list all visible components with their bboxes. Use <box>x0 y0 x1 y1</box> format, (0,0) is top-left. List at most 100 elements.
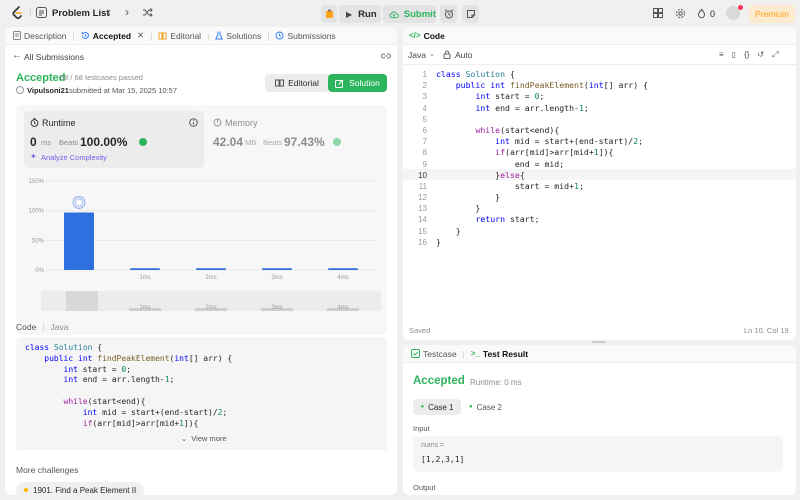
fire-icon <box>697 8 706 19</box>
x-tick-label: 2ms <box>205 275 216 281</box>
editor-toolbar: Java ⌄ Auto ≡ ▯ {} ↺ ⤢ <box>403 45 796 65</box>
code-line: start = mid+1; <box>436 180 584 191</box>
code-line: end = mid; <box>436 158 565 169</box>
memory-badge-icon <box>333 138 341 146</box>
challenge-chip[interactable]: 1901. Find a Peak Element II <box>16 482 145 495</box>
alarm-clock-icon[interactable] <box>440 5 457 23</box>
problem-list-icon[interactable] <box>36 7 47 18</box>
user-avatar[interactable] <box>16 86 24 94</box>
test-result-panel: Testcase | >_ Test Result Accepted Runti… <box>403 345 796 495</box>
tab-testcase[interactable]: Testcase <box>405 345 463 363</box>
streak-counter[interactable]: 0 <box>697 8 715 19</box>
result-status: Accepted <box>413 375 465 387</box>
view-more-button[interactable]: ⌄ View more <box>181 434 227 443</box>
info-icon[interactable] <box>189 118 198 127</box>
code-editor[interactable]: class Solution { public int findPeakElem… <box>436 69 648 248</box>
tab-code[interactable]: </> Code <box>407 27 451 45</box>
all-submissions-link[interactable]: All Submissions <box>24 52 84 62</box>
tab-description[interactable]: Description <box>7 27 73 45</box>
shuffle-icon[interactable] <box>142 7 153 18</box>
y-tick-label: 0% <box>35 268 44 274</box>
code-label: Code <box>16 322 37 332</box>
input-box: nums = [1,2,3,1] <box>413 436 783 472</box>
next-problem-icon[interactable]: › <box>125 5 129 19</box>
bookmark-icon[interactable]: ▯ <box>732 50 736 60</box>
fullscreen-icon[interactable]: ⤢ <box>772 50 778 60</box>
avatar[interactable] <box>726 5 743 20</box>
memory-beats: 97.43% <box>284 135 325 149</box>
tab-accepted[interactable]: Accepted ✕ <box>75 27 150 45</box>
more-challenges-title: More challenges <box>16 465 79 475</box>
prev-problem-icon[interactable]: ‹ <box>107 5 111 19</box>
top-bar: | Problem List ‹ › ▶ Run Submit 0 Premiu… <box>0 0 800 27</box>
submitted-code-line: while(start<end){ <box>63 396 146 406</box>
solution-button[interactable]: Solution <box>328 74 387 92</box>
run-button[interactable]: ▶ Run <box>339 5 381 23</box>
checkbox-icon <box>411 349 420 358</box>
premium-button[interactable]: Premium <box>749 5 795 23</box>
beats-badge-icon <box>139 138 147 146</box>
runtime-unit: ms <box>41 138 51 147</box>
settings-gear-icon[interactable] <box>675 8 686 19</box>
minimap-label: 2ms <box>205 305 216 311</box>
share-link-icon[interactable] <box>381 52 391 62</box>
language-select[interactable]: Java ⌄ <box>408 50 435 60</box>
cursor-position: Ln 10, Col 19 <box>744 326 789 335</box>
line-number: 8 <box>422 148 427 158</box>
problem-list-link[interactable]: Problem List <box>52 8 110 19</box>
auto-mode-toggle[interactable]: Auto <box>443 50 473 60</box>
submitted-code-line <box>25 386 232 397</box>
memory-title: Memory <box>225 118 258 128</box>
layout-grid-icon[interactable] <box>653 8 663 18</box>
back-arrow-icon[interactable]: ← <box>12 50 22 61</box>
format-icon[interactable]: ≡ <box>719 50 724 60</box>
code-line: return start; <box>475 214 540 225</box>
line-number: 7 <box>422 137 427 147</box>
code-line: int end = arr.length-1; <box>475 102 589 113</box>
braces-icon[interactable]: {} <box>744 50 749 60</box>
difficulty-dot <box>24 488 28 492</box>
bar <box>64 212 94 270</box>
minimap-label: 1ms <box>139 305 150 311</box>
debug-icon[interactable] <box>321 5 337 23</box>
reset-icon[interactable]: ↺ <box>757 50 764 60</box>
terminal-icon: >_ <box>470 349 480 358</box>
case-pass-dot: ● <box>469 404 473 410</box>
runtime-card[interactable]: Runtime 0 ms Beats 100.00% ✦ Analyze Com… <box>24 111 204 168</box>
divider: | <box>29 7 32 18</box>
memory-card[interactable]: Memory 42.04 MB Beats 97.43% <box>211 111 381 168</box>
username[interactable]: Vipulsoni21 <box>27 86 69 95</box>
saved-status: Saved <box>409 326 431 335</box>
case-2-tab[interactable]: ● Case 2 <box>469 399 502 415</box>
case-1-tab[interactable]: ● Case 1 <box>413 399 461 415</box>
input-var-value: [1,2,3,1] <box>421 455 465 464</box>
line-number: 11 <box>418 181 427 191</box>
leetcode-logo-icon[interactable] <box>11 6 23 20</box>
editorial-button[interactable]: Editorial <box>265 74 329 92</box>
sparkle-icon: ✦ <box>30 152 37 161</box>
panel-resize-handle[interactable] <box>592 341 606 343</box>
bar <box>130 268 160 270</box>
memory-beats-label: Beats <box>263 138 283 147</box>
code-line: int mid = start+(end-start)/2; <box>495 136 644 147</box>
line-number: 16 <box>418 237 427 247</box>
analyze-complexity-link[interactable]: Analyze Complexity <box>41 153 107 162</box>
runtime-distribution-chart[interactable]: 150% 100% 50% 0% 1ms 2ms 3ms 4ms 1ms 2ms 3ms 4ms <box>16 173 387 333</box>
tab-test-result[interactable]: >_ Test Result <box>465 345 534 363</box>
close-tab-icon[interactable]: ✕ <box>137 30 144 41</box>
submitted-code-line: int start = 0; <box>63 364 131 374</box>
runtime-value: 0 <box>30 135 37 149</box>
notes-icon[interactable] <box>462 5 479 23</box>
testcases-passed: 68 / 68 testcases passed <box>60 73 143 82</box>
tab-solutions[interactable]: Solutions <box>209 27 267 45</box>
line-number: 14 <box>418 215 427 225</box>
submit-button[interactable]: Submit <box>383 5 436 23</box>
tab-editorial[interactable]: Editorial <box>152 27 207 45</box>
line-number: 6 <box>422 125 427 135</box>
submitted-code-line: int mid = start+(end-start)/2; <box>82 407 228 417</box>
tab-submissions[interactable]: Submissions <box>269 27 341 45</box>
submitted-time: submitted at Mar 15, 2025 10:57 <box>69 86 177 95</box>
bar <box>262 268 292 270</box>
x-tick-label: 4ms <box>337 275 348 281</box>
code-line: if(arr[mid]>arr[mid+1]){ <box>495 147 614 158</box>
